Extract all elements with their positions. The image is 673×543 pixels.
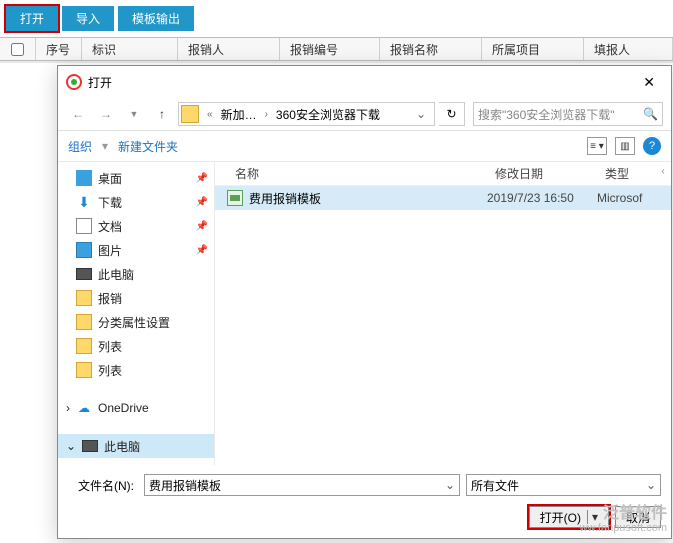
- col-person[interactable]: 报销人: [178, 38, 280, 60]
- tree-pics[interactable]: 图片📌: [58, 238, 214, 262]
- filter-value: 所有文件: [471, 477, 519, 494]
- desktop-icon: [76, 170, 92, 186]
- select-all-checkbox[interactable]: [11, 43, 24, 56]
- download-icon: ⬇: [76, 194, 92, 210]
- open-button[interactable]: 打开: [6, 6, 58, 31]
- tree-folder[interactable]: 分类属性设置: [58, 310, 214, 334]
- pin-icon[interactable]: 📌: [196, 245, 208, 256]
- nav-back-icon[interactable]: ←: [66, 102, 90, 126]
- computer-icon: [76, 268, 92, 280]
- preview-pane-button[interactable]: ▥: [615, 137, 635, 155]
- help-icon[interactable]: ?: [643, 137, 661, 155]
- col-name[interactable]: 报销名称: [380, 38, 482, 60]
- file-open-dialog: 打开 ✕ ← → ▼ ↑ « 新加… › 360安全浏览器下载 ⌄ ↻ 搜索"3…: [57, 65, 672, 539]
- new-folder-button[interactable]: 新建文件夹: [118, 138, 178, 155]
- chevron-down-icon[interactable]: ⌄: [646, 478, 656, 492]
- col-project[interactable]: 所属项目: [482, 38, 584, 60]
- crumb-segment[interactable]: 新加…: [217, 106, 261, 123]
- close-icon[interactable]: ✕: [635, 72, 663, 93]
- tree-folder[interactable]: 列表: [58, 334, 214, 358]
- crumb-segment[interactable]: 360安全浏览器下载: [272, 106, 384, 123]
- folder-icon: [181, 105, 199, 123]
- col-mark[interactable]: 标识: [82, 38, 178, 60]
- template-output-button[interactable]: 模板输出: [118, 6, 194, 31]
- filename-input[interactable]: 费用报销模板 ⌄: [144, 474, 460, 496]
- tree-desktop[interactable]: 桌面📌: [58, 166, 214, 190]
- chevron-icon[interactable]: «: [203, 109, 217, 120]
- nav-dd-icon[interactable]: ▼: [122, 102, 146, 126]
- tree-pc-selected[interactable]: ⌄此电脑: [58, 434, 214, 458]
- tree-docs[interactable]: 文档📌: [58, 214, 214, 238]
- tree-onedrive[interactable]: ›☁OneDrive: [58, 396, 214, 420]
- computer-icon: [82, 440, 98, 452]
- folder-icon: [76, 314, 92, 330]
- cancel-button[interactable]: 取消: [615, 506, 661, 528]
- col-name[interactable]: 名称: [227, 165, 487, 182]
- refresh-icon[interactable]: ↻: [439, 102, 465, 126]
- chevron-icon[interactable]: ›: [261, 109, 272, 120]
- pin-icon[interactable]: 📌: [196, 197, 208, 208]
- dialog-title: 打开: [88, 74, 112, 91]
- import-button[interactable]: 导入: [62, 6, 114, 31]
- search-icon[interactable]: 🔍: [643, 107, 658, 121]
- folder-icon: [76, 338, 92, 354]
- search-placeholder: 搜索"360安全浏览器下载": [478, 106, 615, 123]
- breadcrumb[interactable]: « 新加… › 360安全浏览器下载 ⌄: [178, 102, 435, 126]
- organize-button[interactable]: 组织: [68, 138, 92, 155]
- file-list: 名称 修改日期 类型 费用报销模板 2019/7/23 16:50 Micros…: [215, 162, 671, 465]
- chevron-down-icon[interactable]: ▾: [102, 139, 108, 153]
- grid-header: 序号 标识 报销人 报销编号 报销名称 所属项目 填报人: [0, 37, 673, 61]
- pin-icon[interactable]: 📌: [196, 221, 208, 232]
- search-input[interactable]: 搜索"360安全浏览器下载" 🔍: [473, 102, 663, 126]
- nav-up-icon[interactable]: ↑: [150, 102, 174, 126]
- excel-icon: [227, 190, 243, 206]
- filename-label: 文件名(N):: [68, 477, 138, 494]
- view-mode-button[interactable]: ≡ ▾: [587, 137, 607, 155]
- file-row-selected[interactable]: 费用报销模板 2019/7/23 16:50 Microsof: [215, 186, 671, 210]
- folder-tree[interactable]: 桌面📌 ⬇下载📌 文档📌 图片📌 此电脑 报销 分类属性设置 列表 列表 ›☁O…: [58, 162, 215, 465]
- nav-fwd-icon: →: [94, 102, 118, 126]
- col-date[interactable]: 修改日期: [487, 165, 597, 182]
- pin-icon[interactable]: 📌: [196, 173, 208, 184]
- chevron-down-icon[interactable]: ▾: [587, 510, 598, 524]
- file-name: 费用报销模板: [249, 190, 321, 207]
- scroll-left-icon[interactable]: ‹: [654, 162, 672, 180]
- folder-icon: [76, 290, 92, 306]
- tree-pc[interactable]: 此电脑: [58, 262, 214, 286]
- filter-select[interactable]: 所有文件 ⌄: [466, 474, 661, 496]
- crumb-dropdown-icon[interactable]: ⌄: [410, 107, 432, 121]
- app-icon: [66, 74, 82, 90]
- cloud-icon: ☁: [76, 400, 92, 416]
- tree-folder[interactable]: 列表: [58, 358, 214, 382]
- filename-value: 费用报销模板: [149, 477, 221, 494]
- tree-folder[interactable]: 报销: [58, 286, 214, 310]
- chevron-down-icon[interactable]: ⌄: [445, 478, 455, 492]
- col-filler[interactable]: 填报人: [584, 38, 673, 60]
- col-index[interactable]: 序号: [36, 38, 82, 60]
- folder-icon: [76, 362, 92, 378]
- file-date: 2019/7/23 16:50: [487, 191, 597, 205]
- picture-icon: [76, 242, 92, 258]
- open-file-button[interactable]: 打开(O) ▾: [529, 506, 609, 528]
- tree-download[interactable]: ⬇下载📌: [58, 190, 214, 214]
- document-icon: [76, 218, 92, 234]
- col-number[interactable]: 报销编号: [280, 38, 380, 60]
